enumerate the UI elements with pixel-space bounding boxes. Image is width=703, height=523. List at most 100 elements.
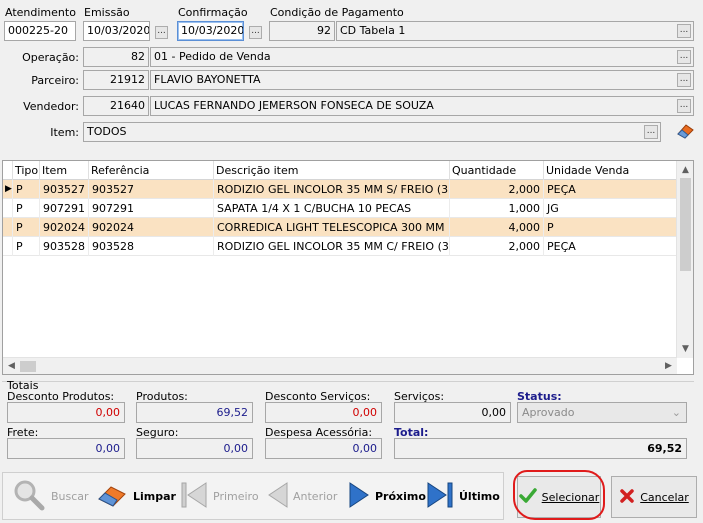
buscar-button[interactable]: Buscar: [11, 473, 89, 519]
cell-item: 903527: [40, 180, 89, 199]
confirmacao-field[interactable]: 10/03/2020: [177, 21, 244, 41]
cancelar-label: Cancelar: [640, 490, 689, 504]
cell-ref: 903528: [89, 237, 214, 256]
cell-item: 903528: [40, 237, 89, 256]
operacao-name-field[interactable]: 01 - Pedido de Venda ...: [150, 47, 694, 67]
col-unidade[interactable]: Unidade Venda: [544, 161, 677, 180]
desconto-produtos-value: 0,00: [7, 402, 125, 423]
buscar-label: Buscar: [51, 489, 89, 503]
atendimento-field[interactable]: 000225-20: [4, 21, 76, 41]
chevron-down-icon: ⌄: [671, 406, 681, 419]
cell-qtd: 2,000: [450, 237, 544, 256]
vendedor-code-field[interactable]: 21640: [83, 96, 149, 116]
item-label: Item:: [50, 126, 79, 139]
cell-ref: 907291: [89, 199, 214, 218]
horizontal-scroll-thumb[interactable]: [20, 361, 36, 372]
anterior-button[interactable]: Anterior: [265, 473, 337, 519]
col-descricao[interactable]: Descrição item: [214, 161, 450, 180]
table-row[interactable]: P 902024 902024 CORREDICA LIGHT TELESCOPICA…: [3, 218, 677, 237]
table-row[interactable]: P 907291 907291 SAPATA 1/4 X 1 C/BUCHA 10 P…: [3, 199, 677, 218]
cell-qtd: 4,000: [450, 218, 544, 237]
total-value: 69,52: [394, 438, 687, 459]
status-dropdown[interactable]: Aprovado ⌄: [517, 402, 687, 423]
emissao-label: Emissão: [84, 6, 130, 19]
vertical-scroll-thumb[interactable]: [680, 178, 691, 271]
operacao-code-field[interactable]: 82: [83, 47, 149, 67]
vendedor-name-text: LUCAS FERNANDO JEMERSON FONSECA DE SOUZA: [154, 99, 434, 112]
col-item[interactable]: Item: [40, 161, 89, 180]
col-quantidade[interactable]: Quantidade: [450, 161, 544, 180]
table-row[interactable]: ▶ P 903527 903527 RODIZIO GEL INCOLOR 35 MM …: [3, 180, 677, 199]
eraser-icon[interactable]: [675, 122, 695, 140]
parceiro-lookup-button[interactable]: ...: [677, 73, 691, 87]
emissao-field[interactable]: 10/03/2020: [83, 21, 150, 41]
frete-value: 0,00: [7, 438, 125, 459]
parceiro-name-field[interactable]: FLAVIO BAYONETTA ...: [150, 70, 694, 90]
proximo-label: Próximo: [375, 489, 426, 503]
cell-tipo: P: [13, 199, 40, 218]
cell-desc: RODIZIO GEL INCOLOR 35 MM S/ FREIO (35 K…: [214, 180, 450, 199]
scroll-left-icon[interactable]: ◀: [3, 361, 20, 371]
limpar-label: Limpar: [133, 489, 176, 503]
cell-tipo: P: [13, 218, 40, 237]
operacao-lookup-button[interactable]: ...: [677, 50, 691, 64]
cell-desc: RODIZIO GEL INCOLOR 35 MM C/ FREIO (35 K…: [214, 237, 450, 256]
condicao-lookup-button[interactable]: ...: [677, 24, 691, 38]
desconto-servicos-value: 0,00: [265, 402, 382, 423]
current-row-indicator-icon: ▶: [3, 180, 13, 199]
col-referencia[interactable]: Referência: [89, 161, 214, 180]
parceiro-code-field[interactable]: 21912: [83, 70, 149, 90]
condicao-name-field[interactable]: CD Tabela 1 ...: [336, 21, 694, 41]
cell-ref: 903527: [89, 180, 214, 199]
cell-desc: SAPATA 1/4 X 1 C/BUCHA 10 PECAS: [214, 199, 450, 218]
condicao-pagamento-label: Condição de Pagamento: [270, 6, 404, 19]
item-lookup-button[interactable]: ...: [644, 125, 658, 139]
cell-un: P: [544, 218, 677, 237]
magnifier-icon: [11, 478, 47, 515]
cell-qtd: 2,000: [450, 180, 544, 199]
grid-indicator-header: [3, 161, 13, 180]
scroll-right-icon[interactable]: ▶: [660, 361, 677, 371]
produtos-value: 69,52: [136, 402, 253, 423]
vendedor-label: Vendedor:: [23, 100, 79, 113]
items-grid[interactable]: Tipo Item Referência Descrição item Quan…: [2, 160, 694, 375]
despesa-acessoria-value: 0,00: [265, 438, 382, 459]
first-record-icon: [179, 480, 209, 513]
item-field[interactable]: TODOS ...: [83, 122, 661, 142]
parceiro-label: Parceiro:: [31, 74, 79, 87]
cell-desc: CORREDICA LIGHT TELESCOPICA 300 MM RENN: [214, 218, 450, 237]
navigation-toolbar: Buscar Limpar Primeiro Anterior Próximo …: [2, 472, 504, 520]
proximo-button[interactable]: Próximo: [347, 473, 426, 519]
scroll-up-icon[interactable]: ▲: [677, 165, 693, 175]
grid-vertical-scrollbar[interactable]: ▲ ▼: [676, 161, 693, 358]
table-row[interactable]: P 903528 903528 RODIZIO GEL INCOLOR 35 MM C…: [3, 237, 677, 256]
grid-horizontal-scrollbar[interactable]: ◀ ▶: [3, 357, 677, 374]
cell-ref: 902024: [89, 218, 214, 237]
ultimo-button[interactable]: Último: [425, 473, 500, 519]
close-icon: [619, 488, 635, 507]
emissao-date-button[interactable]: ...: [155, 26, 168, 39]
row-indicator: [3, 237, 13, 256]
scroll-down-icon[interactable]: ▼: [677, 344, 693, 354]
cell-un: JG: [544, 199, 677, 218]
parceiro-name-text: FLAVIO BAYONETTA: [154, 73, 261, 86]
confirmacao-date-button[interactable]: ...: [249, 26, 262, 39]
previous-record-icon: [265, 480, 289, 513]
row-indicator: [3, 218, 13, 237]
cell-un: PEÇA: [544, 237, 677, 256]
last-record-icon: [425, 480, 455, 513]
vendedor-name-field[interactable]: LUCAS FERNANDO JEMERSON FONSECA DE SOUZA…: [150, 96, 694, 116]
primeiro-button[interactable]: Primeiro: [179, 473, 259, 519]
cell-tipo: P: [13, 180, 40, 199]
condicao-code-field[interactable]: 92: [269, 21, 335, 41]
ultimo-label: Último: [459, 489, 500, 503]
primeiro-label: Primeiro: [213, 489, 259, 503]
vendedor-lookup-button[interactable]: ...: [677, 99, 691, 113]
col-tipo[interactable]: Tipo: [13, 161, 40, 180]
limpar-button[interactable]: Limpar: [95, 473, 176, 519]
cell-item: 907291: [40, 199, 89, 218]
cell-tipo: P: [13, 237, 40, 256]
cancelar-button[interactable]: Cancelar: [611, 476, 697, 518]
servicos-value: 0,00: [394, 402, 511, 423]
anterior-label: Anterior: [293, 489, 338, 503]
